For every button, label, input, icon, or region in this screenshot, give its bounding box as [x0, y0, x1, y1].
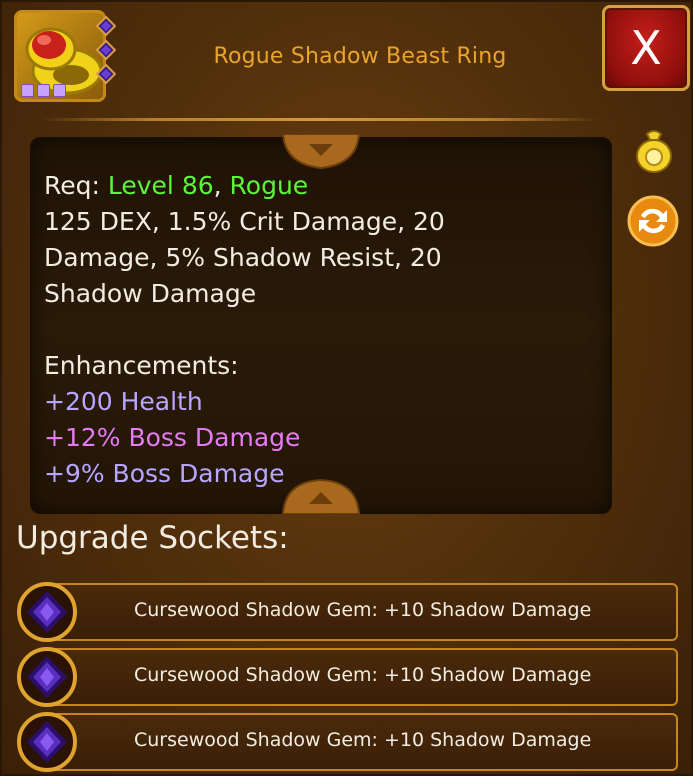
enhancements-heading: Enhancements: — [44, 351, 239, 380]
socket-row[interactable]: Cursewood Shadow Gem: +10 Shadow Damage — [46, 583, 678, 641]
shadow-gem-icon — [17, 647, 77, 707]
stats-line: Shadow Damage — [44, 279, 257, 308]
rarity-dot — [21, 84, 34, 97]
item-description: Req: Level 86, Rogue 125 DEX, 1.5% Crit … — [44, 168, 604, 492]
enhancement-item: +12% Boss Damage — [44, 423, 301, 452]
socket-row[interactable]: Cursewood Shadow Gem: +10 Shadow Damage — [46, 648, 678, 706]
rarity-dots — [21, 84, 66, 97]
purple-gem-icon — [96, 40, 116, 60]
swap-arrows-icon[interactable] — [626, 194, 680, 248]
rarity-dot — [37, 84, 50, 97]
req-level: Level 86 — [107, 171, 214, 200]
purple-gem-icon — [96, 64, 116, 84]
item-title: Rogue Shadow Beast Ring — [213, 44, 507, 69]
socket-label: Cursewood Shadow Gem: +10 Shadow Damage — [134, 599, 592, 621]
upgrade-sockets-heading: Upgrade Sockets: — [16, 520, 289, 556]
purple-gem-icon — [96, 16, 116, 36]
scroll-down-button[interactable] — [281, 478, 361, 514]
coin-bag-icon[interactable] — [630, 126, 678, 174]
close-icon: X — [630, 21, 662, 75]
ring-item-icon[interactable] — [14, 10, 106, 102]
rarity-dot — [53, 84, 66, 97]
stats-line: Damage, 5% Shadow Resist, 20 — [44, 243, 442, 272]
item-socket-indicators — [96, 16, 116, 84]
enhancement-item: +200 Health — [44, 387, 203, 416]
socket-label: Cursewood Shadow Gem: +10 Shadow Damage — [134, 729, 592, 751]
header-divider — [40, 118, 600, 121]
stats-line: 125 DEX, 1.5% Crit Damage, 20 — [44, 207, 445, 236]
requirements-line: Req: Level 86, Rogue — [44, 168, 604, 204]
req-prefix: Req: — [44, 171, 108, 200]
req-class: Rogue — [229, 171, 309, 200]
req-sep: , — [213, 171, 230, 200]
socket-label: Cursewood Shadow Gem: +10 Shadow Damage — [134, 664, 592, 686]
shadow-gem-icon — [17, 712, 77, 772]
shadow-gem-icon — [17, 582, 77, 642]
close-button[interactable]: X — [602, 5, 690, 91]
scroll-up-button[interactable] — [281, 134, 361, 170]
socket-row[interactable]: Cursewood Shadow Gem: +10 Shadow Damage — [46, 713, 678, 771]
